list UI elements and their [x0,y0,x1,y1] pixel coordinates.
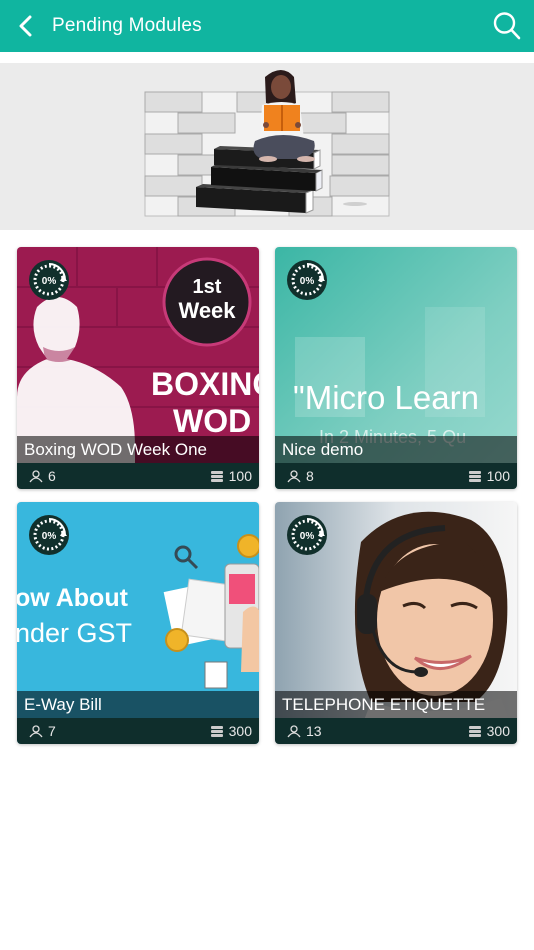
thumb-text: ow About [17,584,129,612]
search-button[interactable] [492,10,522,42]
points-count: 300 [210,723,259,739]
users-icon [29,470,43,483]
thumb-text: Week [178,298,236,323]
learners-count: 6 [17,468,56,484]
module-title: E-Way Bill [17,691,259,718]
module-stats: 7 300 [17,718,259,744]
module-card[interactable]: "Micro Learn In 2 Minutes, 5 Qu 0% Nice … [275,247,517,489]
coins-icon [468,471,481,482]
progress-ring-icon: 0% [287,515,327,555]
thumb-text: nder GST [17,618,132,648]
back-arrow-icon [19,15,32,37]
module-title: Boxing WOD Week One [17,436,259,463]
module-card[interactable]: 1st Week BOXING WOD 0% Boxing WOD Week O… [17,247,259,489]
thumb-text: "Micro Learn [293,379,479,416]
points-count: 100 [210,468,259,484]
points-count: 300 [468,723,517,739]
progress-ring-icon: 0% [29,260,69,300]
reading-girl-illustration [144,70,390,217]
back-button[interactable] [0,0,52,52]
progress-percent: 0% [300,531,315,542]
coins-icon [210,471,223,482]
learners-count: 7 [17,723,56,739]
users-icon [287,725,301,738]
module-title: TELEPHONE ETIQUETTE [275,691,517,718]
module-card[interactable]: ow About nder GST 0% E-Way Bill 7 300 [17,502,259,744]
search-icon [493,12,521,40]
module-stats: 6 100 [17,463,259,489]
progress-ring-icon: 0% [287,260,327,300]
points-count: 100 [468,468,517,484]
coins-icon [210,726,223,737]
progress-percent: 0% [42,276,57,287]
module-stats: 8 100 [275,463,517,489]
users-icon [287,470,301,483]
module-card[interactable]: 0% TELEPHONE ETIQUETTE 13 300 [275,502,517,744]
module-stats: 13 300 [275,718,517,744]
page-title: Pending Modules [52,15,202,36]
app-bar: Pending Modules [0,0,534,52]
thumb-text: 1st [193,276,222,298]
banner [0,63,534,230]
thumb-text: BOXING [151,366,259,402]
thumb-text: WOD [173,403,251,439]
progress-percent: 0% [42,531,57,542]
learners-count: 13 [275,723,322,739]
coins-icon [468,726,481,737]
progress-percent: 0% [300,276,315,287]
learners-count: 8 [275,468,314,484]
module-title: Nice demo [275,436,517,463]
progress-ring-icon: 0% [29,515,69,555]
users-icon [29,725,43,738]
